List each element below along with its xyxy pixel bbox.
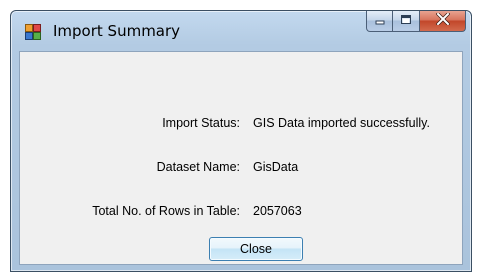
- import-status-label: Import Status:: [162, 116, 240, 130]
- dialog-content: Import Status: GIS Data imported success…: [19, 51, 463, 265]
- dataset-name-value: GisData: [253, 160, 299, 174]
- maximize-icon: [400, 12, 412, 30]
- import-status-value: GIS Data imported successfully.: [253, 116, 430, 130]
- window-title: Import Summary: [53, 22, 181, 40]
- close-window-button[interactable]: [420, 11, 466, 32]
- minimize-button[interactable]: [366, 11, 393, 32]
- close-button[interactable]: Close: [209, 237, 303, 261]
- maximize-button[interactable]: [393, 11, 420, 32]
- app-window-icon: [25, 24, 41, 40]
- import-summary-dialog: Import Summary Import Status: GIS Data i…: [10, 10, 472, 272]
- close-icon: [435, 11, 450, 30]
- title-bar[interactable]: Import Summary: [11, 11, 471, 51]
- total-rows-value: 2057063: [253, 204, 302, 218]
- minimize-icon: [374, 12, 386, 30]
- caption-buttons: [366, 11, 466, 33]
- dataset-name-label: Dataset Name:: [156, 160, 240, 174]
- total-rows-label: Total No. of Rows in Table:: [92, 204, 240, 218]
